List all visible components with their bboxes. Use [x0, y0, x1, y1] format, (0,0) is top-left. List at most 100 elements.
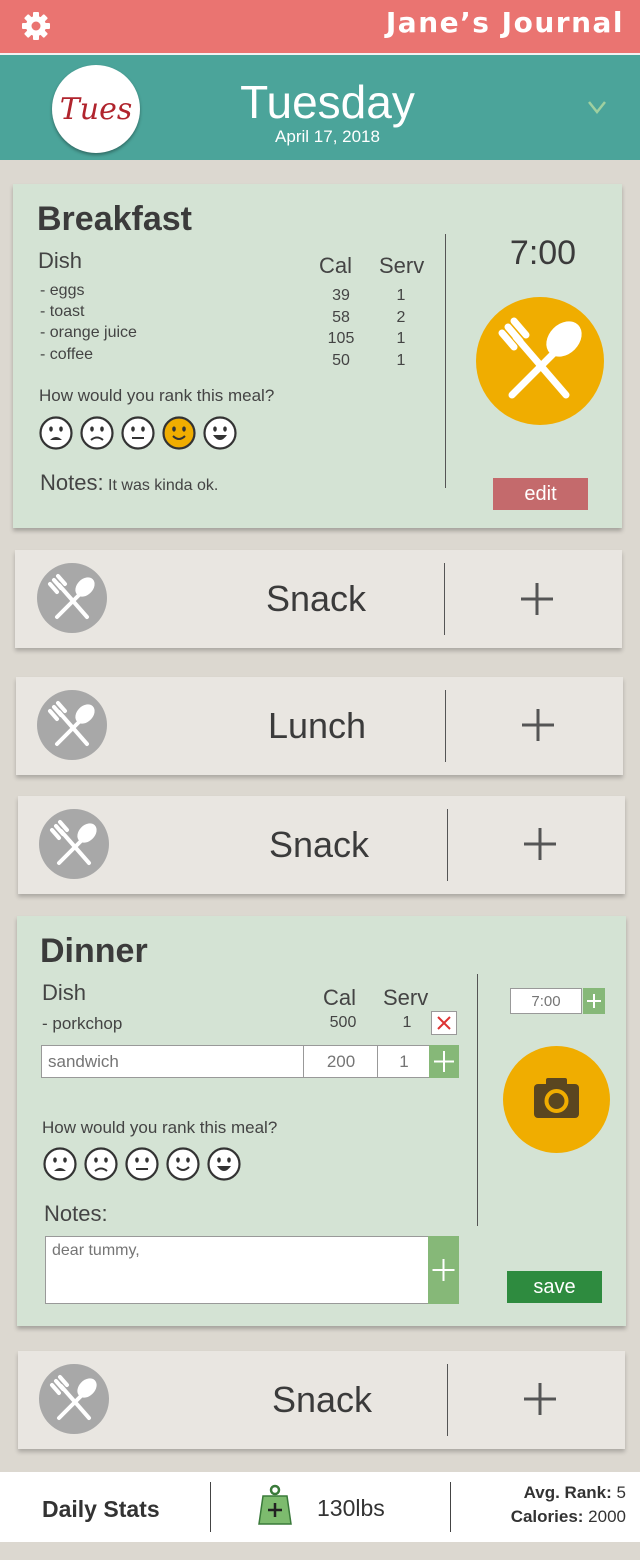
day-name: Tuesday — [240, 76, 415, 128]
smile-face-icon[interactable] — [166, 1147, 200, 1181]
calories-label: Calories: — [510, 1507, 584, 1526]
cal-value: 39 — [332, 287, 350, 304]
meal-title: Breakfast — [37, 200, 192, 238]
edit-button[interactable]: edit — [493, 478, 588, 510]
sad-face-icon[interactable] — [84, 1147, 118, 1181]
fork-spoon-glyph — [48, 701, 95, 746]
add-dish-button[interactable] — [429, 1045, 459, 1078]
divider — [447, 809, 448, 881]
meal-title: Dinner — [40, 932, 148, 970]
dish-item: - toast — [40, 303, 85, 320]
plus-icon[interactable] — [520, 707, 556, 743]
fork-spoon-glyph — [48, 574, 95, 619]
cal-header: Cal — [319, 253, 353, 278]
cal-input[interactable] — [303, 1045, 379, 1078]
avg-rank-label: Avg. Rank: — [523, 1483, 612, 1502]
fork-spoon-glyph — [50, 1375, 97, 1420]
neutral-face-icon[interactable] — [125, 1147, 159, 1181]
meal-row-snack[interactable]: Snack — [18, 796, 625, 894]
meal-time: 7:00 — [509, 234, 577, 272]
weight-icon[interactable] — [257, 1484, 293, 1526]
dish-header: Dish — [42, 980, 87, 1005]
rank-faces — [39, 416, 249, 452]
serv-value: 1 — [402, 1014, 412, 1031]
cal-value: 105 — [327, 330, 355, 347]
plus-icon[interactable] — [522, 1381, 558, 1417]
app-title: Jane’s Journal — [385, 6, 624, 39]
dish-item: - coffee — [40, 346, 94, 363]
fork-spoon-icon — [39, 809, 109, 879]
fork-spoon-icon[interactable] — [476, 297, 604, 425]
meal-row-snack[interactable]: Snack — [15, 550, 622, 648]
serv-input[interactable] — [377, 1045, 431, 1078]
time-input[interactable] — [510, 988, 582, 1014]
plus-icon — [432, 1259, 455, 1281]
dish-item: - eggs — [40, 282, 85, 299]
plus-icon — [434, 1051, 454, 1072]
add-time-button[interactable] — [583, 988, 605, 1014]
cal-value: 50 — [332, 352, 350, 369]
plus-icon — [587, 994, 601, 1008]
cal-value: 58 — [332, 309, 350, 326]
day-date: April 17, 2018 — [275, 127, 380, 146]
fork-spoon-icon — [37, 563, 107, 633]
divider — [445, 690, 446, 762]
calories-value: 2000 — [588, 1507, 626, 1526]
fork-spoon-icon — [37, 690, 107, 760]
divider — [210, 1482, 211, 1532]
dish-header: Dish — [38, 248, 83, 273]
daily-stats-bar: Daily Stats 130lbs Avg. Rank: 5 Calories… — [0, 1472, 640, 1542]
cal-header: Cal — [323, 985, 357, 1010]
divider — [444, 563, 445, 635]
very-sad-face-icon[interactable] — [43, 1147, 77, 1181]
divider — [450, 1482, 451, 1532]
fork-spoon-icon — [39, 1364, 109, 1434]
neutral-face-icon[interactable] — [121, 416, 155, 450]
serv-value: 2 — [396, 309, 406, 326]
gear-icon[interactable] — [20, 10, 52, 42]
meal-row-label: Snack — [268, 824, 370, 865]
chevron-down-icon[interactable] — [586, 97, 608, 117]
very-sad-face-icon[interactable] — [39, 416, 73, 450]
close-icon[interactable] — [431, 1011, 457, 1035]
weight-value: 130lbs — [317, 1495, 385, 1521]
add-note-button[interactable] — [428, 1236, 459, 1304]
plus-icon[interactable] — [522, 826, 558, 862]
notes-input[interactable] — [45, 1236, 429, 1304]
dish-item: - orange juice — [40, 324, 137, 341]
day-header: Tues Tuesday April 17, 2018 — [0, 53, 640, 160]
happy-face-icon[interactable] — [203, 416, 237, 450]
avg-rank: Avg. Rank: 5 — [524, 1483, 626, 1503]
serv-value: 1 — [396, 330, 406, 347]
meal-row-label: Snack — [271, 1379, 373, 1420]
meal-row-lunch[interactable]: Lunch — [16, 677, 623, 775]
meal-row-label: Lunch — [267, 705, 367, 746]
notes-label: Notes: — [40, 470, 104, 495]
daily-stats-label[interactable]: Daily Stats — [42, 1496, 160, 1523]
dish-input[interactable] — [41, 1045, 305, 1078]
camera-icon[interactable] — [503, 1046, 610, 1153]
avg-rank-value: 5 — [616, 1483, 626, 1502]
smile-face-icon[interactable] — [162, 416, 196, 450]
notes-text: It was kinda ok. — [108, 477, 219, 494]
divider — [477, 974, 478, 1226]
cal-value: 500 — [329, 1014, 357, 1031]
meal-row-snack[interactable]: Snack — [18, 1351, 625, 1449]
rank-faces — [43, 1147, 253, 1183]
notes: Notes: It was kinda ok. — [40, 470, 218, 496]
notes-label: Notes: — [44, 1201, 108, 1226]
sad-face-icon[interactable] — [80, 416, 114, 450]
plus-icon[interactable] — [519, 581, 555, 617]
fork-spoon-glyph — [50, 820, 97, 865]
meal-row-label: Snack — [265, 578, 367, 619]
divider — [445, 234, 446, 488]
calories: Calories: 2000 — [511, 1507, 626, 1527]
serv-header: Serv — [379, 253, 425, 278]
breakfast-card: Breakfast Dish Cal Serv - eggs - toast -… — [13, 184, 622, 528]
dish-item: - porkchop — [42, 1014, 123, 1033]
dinner-card: Dinner Dish Cal Serv - porkchop 500 1 Ho… — [17, 916, 626, 1326]
serv-value: 1 — [396, 287, 406, 304]
save-button[interactable]: save — [507, 1271, 602, 1303]
divider — [447, 1364, 448, 1436]
happy-face-icon[interactable] — [207, 1147, 241, 1181]
